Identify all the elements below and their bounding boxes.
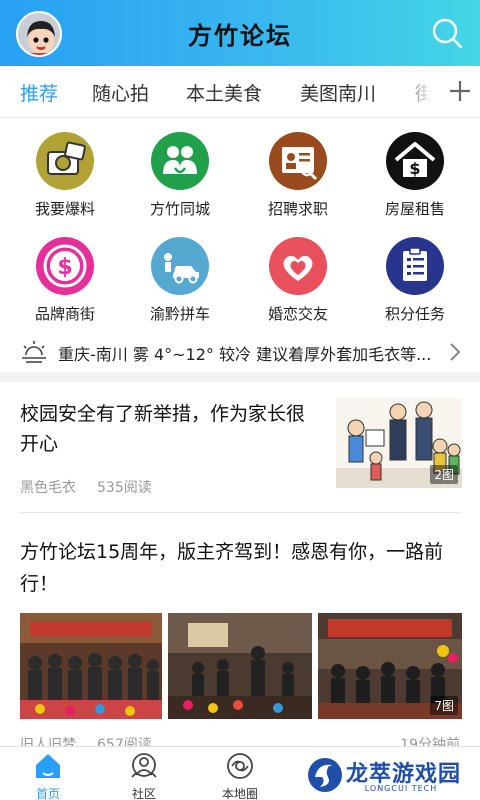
post-thumbnail[interactable] xyxy=(20,613,162,719)
grid-item-label: 招聘求职 xyxy=(267,200,328,218)
weather-text: 重庆-南川 雾 4°~12° 较冷 建议着厚外套加毛衣等... xyxy=(58,345,432,364)
post-thumbnail[interactable]: 2图 xyxy=(336,398,462,488)
home-icon xyxy=(36,754,60,778)
car-icon xyxy=(151,237,209,295)
tab-nanchuan-photos[interactable]: 美图南川 xyxy=(300,79,376,106)
people-icon xyxy=(151,132,209,190)
search-button[interactable] xyxy=(430,16,464,50)
grid-item-points-tasks[interactable]: 积分任务 xyxy=(355,223,475,323)
feature-grid: 我要爆料 方竹同城 招聘求职 $ 房屋租售 $ 品牌商街 渝黔拼车 婚恋交友 积… xyxy=(0,118,480,332)
event-photo-image xyxy=(168,613,312,719)
nav-community[interactable]: 社区 xyxy=(99,747,189,800)
grid-item-label: 积分任务 xyxy=(384,305,445,323)
tab-local-food[interactable]: 本土美食 xyxy=(186,79,262,106)
post-thumbnail[interactable]: 7图 xyxy=(318,613,462,719)
avatar[interactable] xyxy=(16,11,62,57)
post-thumbnail[interactable] xyxy=(168,613,312,719)
grid-item-same-city[interactable]: 方竹同城 xyxy=(120,118,240,218)
app-title: 方竹论坛 xyxy=(188,21,292,50)
clipboard-icon xyxy=(386,237,444,295)
sunrise-weather-icon xyxy=(22,341,46,363)
grid-item-brand-street[interactable]: $ 品牌商街 xyxy=(5,223,125,323)
nav-label: 首页 xyxy=(35,787,60,800)
grid-item-label: 渝黔拼车 xyxy=(149,305,210,323)
dollar-icon: $ xyxy=(36,237,94,295)
svg-text:$: $ xyxy=(409,159,420,178)
nav-label: 社区 xyxy=(131,787,156,800)
add-tab-button[interactable] xyxy=(440,66,480,117)
divider xyxy=(20,512,460,513)
logo-subtext: LONGCUI TECH xyxy=(364,784,438,793)
app-header: 方竹论坛 xyxy=(0,0,480,66)
grid-item-report[interactable]: 我要爆料 xyxy=(5,118,125,218)
nav-local-circle[interactable]: 本地圈 xyxy=(195,747,285,800)
post-title: 方竹论坛15周年，版主齐驾到！感恩有你，一路前行！ xyxy=(20,541,444,595)
image-count-badge: 7图 xyxy=(430,696,458,715)
tab-snapshot[interactable]: 随心拍 xyxy=(92,79,149,106)
post-card[interactable]: 校园安全有了新举措，作为家长很开心 黑色毛衣 535阅读 2图 xyxy=(0,382,480,512)
watermark-logo: 龙萃游戏园 LONGCUI TECH xyxy=(306,753,476,797)
grid-item-housing[interactable]: $ 房屋租售 xyxy=(355,118,475,218)
search-icon xyxy=(432,18,463,49)
avatar-cartoon-icon xyxy=(18,13,60,55)
svg-text:$: $ xyxy=(57,255,72,280)
tab-fade xyxy=(400,66,440,117)
grid-item-jobs[interactable]: 招聘求职 xyxy=(238,118,358,218)
plus-icon xyxy=(450,81,470,101)
post-card[interactable]: 方竹论坛15周年，版主齐驾到！感恩有你，一路前行！ 7图 旧人旧梦 657阅读 … xyxy=(0,512,480,753)
grid-item-label: 房屋租售 xyxy=(384,200,445,218)
category-tabs: 推荐 随心拍 本土美食 美图南川 街 xyxy=(0,66,480,118)
tab-recommend[interactable]: 推荐 xyxy=(20,79,58,106)
community-icon xyxy=(131,753,157,778)
weather-bar[interactable]: 重庆-南川 雾 4°~12° 较冷 建议着厚外套加毛衣等... xyxy=(0,332,480,372)
grid-item-dating[interactable]: 婚恋交友 xyxy=(238,223,358,323)
nav-label: 本地圈 xyxy=(221,787,258,800)
local-circle-icon xyxy=(227,753,253,779)
image-count-badge: 2图 xyxy=(430,465,458,484)
dragon-logo-icon xyxy=(308,758,342,792)
bottom-nav: 首页 社区 本地圈 龙萃游戏园 LONGCUI TECH xyxy=(0,746,480,800)
group-photo-image xyxy=(20,613,162,719)
grid-item-label: 品牌商街 xyxy=(34,305,95,323)
hearts-icon xyxy=(269,237,327,295)
grid-item-label: 我要爆料 xyxy=(34,200,95,218)
grid-item-label: 婚恋交友 xyxy=(267,305,328,323)
resume-icon xyxy=(269,132,327,190)
chevron-right-icon xyxy=(450,343,461,361)
nav-home[interactable]: 首页 xyxy=(3,747,93,800)
post-title: 校园安全有了新举措，作为家长很开心 xyxy=(20,403,306,455)
grid-item-label: 方竹同城 xyxy=(149,200,210,218)
camera-icon xyxy=(36,132,94,190)
post-author: 黑色毛衣 xyxy=(20,480,76,496)
grid-item-carpool[interactable]: 渝黔拼车 xyxy=(120,223,240,323)
house-dollar-icon: $ xyxy=(386,132,444,190)
post-reads: 535阅读 xyxy=(97,480,152,496)
